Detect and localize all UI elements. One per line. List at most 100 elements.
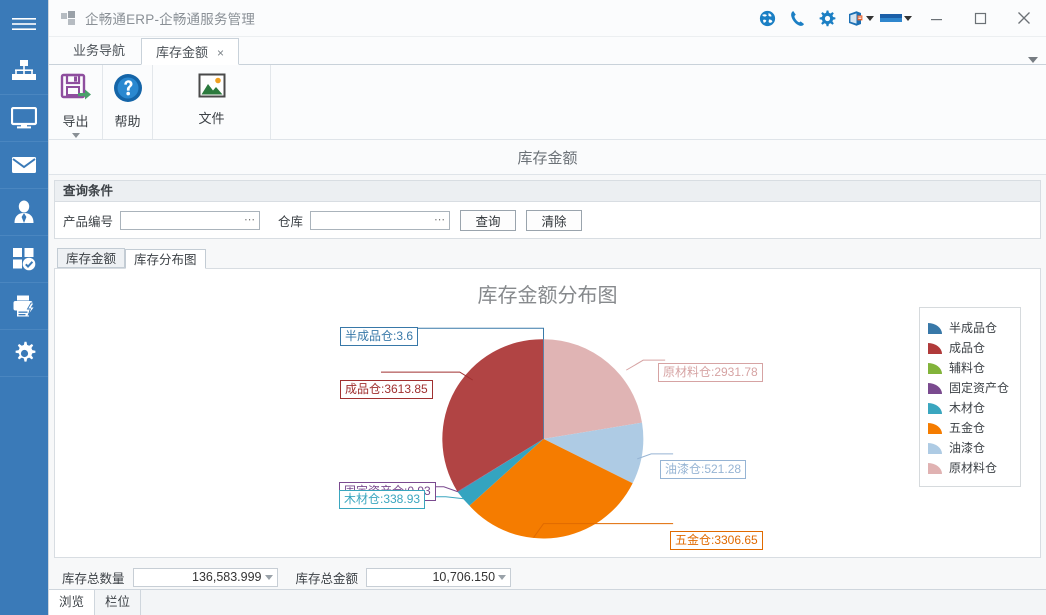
legend-item[interactable]: 固定资产仓 <box>928 377 1020 397</box>
total-amount-field[interactable]: 10,706.150 <box>366 567 512 587</box>
sidebar-item-print[interactable] <box>0 283 48 330</box>
chevron-down-icon[interactable] <box>865 15 874 21</box>
legend-item[interactable]: 五金仓 <box>928 417 1020 437</box>
chevron-down-icon[interactable] <box>498 574 507 580</box>
pie-data-label: 木材仓:338.93 <box>339 490 426 509</box>
legend-swatch-semi-finished <box>928 322 942 334</box>
sidebar-item-mail[interactable] <box>0 142 48 189</box>
menu-toggle[interactable] <box>0 0 48 48</box>
tab-inventory-amount[interactable]: 库存金额 × <box>141 38 240 65</box>
leader-line-finished-goods <box>381 371 473 381</box>
chevron-down-icon[interactable] <box>904 15 912 21</box>
file-label: 文件 <box>198 111 225 126</box>
tab-close-icon[interactable]: × <box>217 46 224 60</box>
total-quantity-label: 库存总数量 <box>62 571 125 586</box>
leader-line-semi-finished <box>409 327 545 340</box>
clear-button[interactable]: 清除 <box>526 209 583 231</box>
tab-business-navigation[interactable]: 业务导航 <box>57 37 141 64</box>
warehouse-label: 仓库 <box>278 214 304 229</box>
export-floppy-icon <box>60 73 92 106</box>
warehouse-input[interactable] <box>311 211 450 229</box>
legend-swatch-paint <box>928 442 942 454</box>
warehouse-picker-icon[interactable]: ⋯ <box>434 214 446 227</box>
bottom-tab-browse[interactable]: 浏览 <box>49 590 96 615</box>
help-question-icon <box>113 73 143 106</box>
pie-data-label: 五金仓:3306.65 <box>670 531 763 550</box>
help-label: 帮助 <box>114 114 141 129</box>
sidebar-item-settings[interactable] <box>0 330 48 377</box>
product-code-input[interactable] <box>121 211 260 229</box>
close-button[interactable] <box>1002 0 1046 36</box>
legend-item[interactable]: 木材仓 <box>928 397 1020 417</box>
ribbon-group-empty <box>271 65 1046 139</box>
chevron-down-icon[interactable] <box>264 574 273 580</box>
query-panel: 查询条件 产品编号 ⋯ 仓库 ⋯ 查询 清除 <box>54 180 1041 239</box>
monitor-icon <box>11 107 37 129</box>
tab-overflow-chevron-down-icon[interactable] <box>1028 57 1038 63</box>
bottom-tab-columns[interactable]: 栏位 <box>95 590 142 615</box>
export-button[interactable]: 导出 <box>57 69 94 138</box>
total-quantity-value: 136,583.999 <box>192 570 262 584</box>
search-button[interactable]: 查询 <box>460 209 517 231</box>
title-bar-actions <box>752 0 1046 36</box>
bottom-tab-strip: 浏览 栏位 <box>49 589 1046 615</box>
legend-swatch-fixed-assets <box>928 382 942 394</box>
file-button[interactable]: 文件 <box>161 69 262 127</box>
legend-item[interactable]: 原材料仓 <box>928 457 1020 477</box>
user-icon <box>13 200 35 224</box>
hamburger-icon <box>12 17 36 31</box>
legend-swatch-raw-material <box>928 462 942 474</box>
legend-label: 原材料仓 <box>949 460 998 475</box>
product-code-field[interactable]: ⋯ <box>120 210 261 230</box>
sidebar-item-user[interactable] <box>0 189 48 236</box>
maximize-button[interactable] <box>958 0 1002 36</box>
phone-icon[interactable] <box>782 0 812 36</box>
gear-icon <box>12 341 37 366</box>
gear-icon[interactable] <box>812 0 842 36</box>
window-title: 企畅通ERP-企畅通服务管理 <box>85 12 256 27</box>
legend-label: 固定资产仓 <box>949 380 1010 395</box>
legend-item[interactable]: 辅料仓 <box>928 357 1020 377</box>
flag-icon[interactable] <box>878 0 914 36</box>
query-panel-body: 产品编号 ⋯ 仓库 ⋯ 查询 清除 <box>55 202 1040 238</box>
sidebar-item-monitor[interactable] <box>0 95 48 142</box>
main-tab-strip: 业务导航 库存金额 × <box>49 37 1046 65</box>
legend-swatch-timber <box>928 402 942 414</box>
main-window: 企畅通ERP-企畅通服务管理 业务导航 库存金额 × 导出 帮助 文件 库存金额… <box>48 0 1046 615</box>
legend-label: 成品仓 <box>949 340 986 355</box>
total-amount-label: 库存总金额 <box>295 571 359 586</box>
product-code-picker-icon[interactable]: ⋯ <box>244 214 256 227</box>
pie-data-label: 成品仓:3613.85 <box>340 380 433 399</box>
app-tiles-icon <box>61 10 77 26</box>
pie-slice-raw-material[interactable] <box>543 339 643 439</box>
office-icon[interactable] <box>842 0 878 36</box>
total-amount-value: 10,706.150 <box>432 570 496 584</box>
tab-label: 业务导航 <box>73 43 126 58</box>
page-title-text: 库存金额 <box>517 149 578 167</box>
legend-item[interactable]: 油漆仓 <box>928 437 1020 457</box>
legend-item[interactable]: 成品仓 <box>928 337 1020 357</box>
sidebar-item-organization[interactable] <box>0 48 48 95</box>
product-code-label: 产品编号 <box>63 214 114 229</box>
inner-tab-inventory-amount[interactable]: 库存金额 <box>57 248 126 268</box>
inner-tab-inventory-chart[interactable]: 库存分布图 <box>125 249 206 269</box>
query-panel-header: 查询条件 <box>55 181 1040 202</box>
minimize-button[interactable] <box>914 0 958 36</box>
legend-item[interactable]: 半成品仓 <box>928 317 1020 337</box>
total-quantity-field[interactable]: 136,583.999 <box>132 567 278 587</box>
sidebar-item-tasks[interactable] <box>0 236 48 283</box>
inner-tab-strip: 库存金额 库存分布图 <box>57 247 1046 269</box>
pie-data-label: 原材料仓:2931.78 <box>658 363 763 382</box>
legend-swatch-finished-goods <box>928 342 942 354</box>
help-button[interactable]: 帮助 <box>111 69 144 130</box>
grid-check-icon <box>12 247 36 271</box>
erp-application-window: 企畅通ERP-企畅通服务管理 业务导航 库存金额 × 导出 帮助 文件 库存金额… <box>0 0 1046 615</box>
ribbon-group-export: 导出 <box>49 65 103 139</box>
page-title: 库存金额 <box>49 140 1046 175</box>
legend-label: 油漆仓 <box>949 440 986 455</box>
totals-bar: 库存总数量 136,583.999 库存总金额 10,706.150 <box>54 564 1041 590</box>
tab-label: 库存金额 <box>156 45 209 60</box>
warehouse-field[interactable]: ⋯ <box>310 210 451 230</box>
chevron-down-icon[interactable] <box>71 133 80 138</box>
globe-icon[interactable] <box>752 0 782 36</box>
